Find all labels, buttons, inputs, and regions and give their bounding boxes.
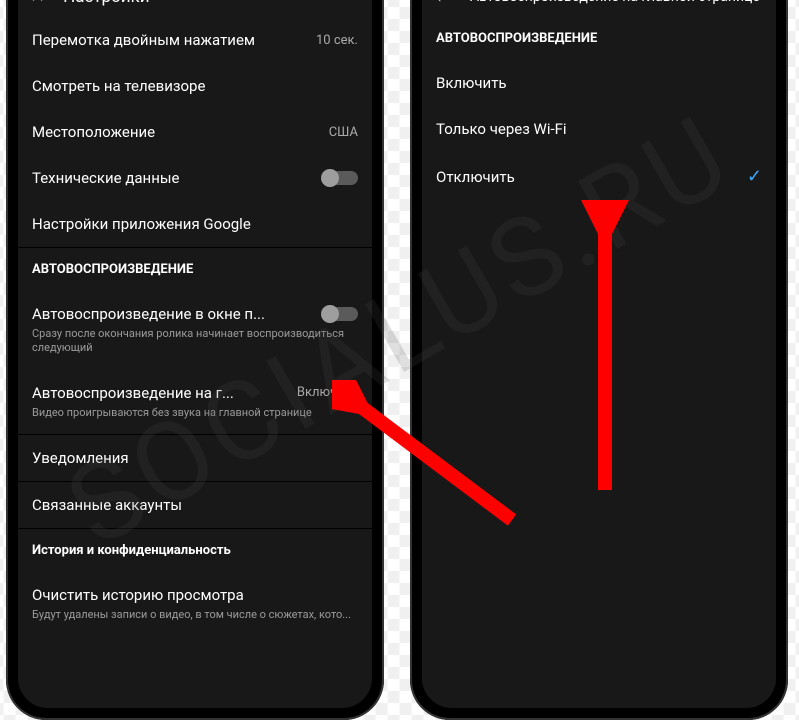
row-linked-accounts[interactable]: Связанные аккаунты	[18, 482, 372, 528]
row-location[interactable]: Местоположение США	[18, 109, 372, 155]
settings-content: Перемотка двойным нажатием 10 сек. Смотр…	[18, 17, 372, 707]
value: 10 сек.	[316, 33, 358, 48]
row-autoplay-home[interactable]: Автовоспроизведение на г... Включить Вид…	[18, 370, 372, 434]
label: Автовоспроизведение на г...	[32, 384, 234, 402]
section-header-history: История и конфиденциальность	[18, 529, 372, 572]
toggle[interactable]	[322, 307, 358, 321]
row-technical-data[interactable]: Технические данные	[18, 155, 372, 201]
label: Настройки приложения Google	[32, 215, 251, 233]
row-google-settings[interactable]: Настройки приложения Google	[18, 201, 372, 247]
row-autoplay-window[interactable]: Автовоспроизведение в окне п... Сразу по…	[18, 291, 372, 370]
label: Технические данные	[32, 169, 179, 187]
back-icon[interactable]: ←	[434, 0, 452, 7]
description: Будут удалены записи о видео, в том числ…	[32, 608, 351, 622]
section-header-autoplay: АВТОВОСПРОИЗВЕДЕНИЕ	[18, 248, 372, 291]
toggle[interactable]	[322, 171, 358, 185]
annotation-arrow	[332, 380, 522, 550]
description: Сразу после окончания ролика начинает во…	[32, 327, 358, 356]
label: Связанные аккаунты	[32, 496, 182, 514]
section-header-autoplay: АВТОВОСПРОИЗВЕДЕНИЕ	[422, 17, 776, 60]
value: США	[329, 125, 358, 140]
autoplay-header: ← Автовоспроизведение на главной страниц…	[422, 0, 776, 17]
screen: ✕ Настройки Перемотка двойным нажатием 1…	[18, 0, 372, 708]
label: Очистить историю просмотра	[32, 586, 244, 604]
option-disable[interactable]: Отключить ✓	[422, 152, 776, 201]
label: Автовоспроизведение в окне п...	[32, 305, 265, 323]
option-wifi-only[interactable]: Только через Wi-Fi	[422, 106, 776, 152]
check-icon: ✓	[747, 166, 762, 187]
label: Отключить	[436, 168, 515, 186]
row-double-tap-seek[interactable]: Перемотка двойным нажатием 10 сек.	[18, 17, 372, 63]
annotation-arrow	[565, 200, 645, 500]
description: Видео проигрываются без звука на главной…	[32, 406, 312, 420]
phone-mockup-settings: ✕ Настройки Перемотка двойным нажатием 1…	[6, 0, 384, 720]
label: Местоположение	[32, 123, 155, 141]
label: Только через Wi-Fi	[436, 120, 567, 138]
page-title: Настройки	[63, 0, 150, 7]
row-watch-tv[interactable]: Смотреть на телевизоре	[18, 63, 372, 109]
row-notifications[interactable]: Уведомления	[18, 435, 372, 481]
page-title: Автовоспроизведение на главной странице	[470, 0, 760, 5]
label: Включить	[436, 74, 507, 92]
label: Смотреть на телевизоре	[32, 77, 205, 95]
close-icon[interactable]: ✕	[30, 0, 45, 7]
option-enable[interactable]: Включить	[422, 60, 776, 106]
label: Перемотка двойным нажатием	[32, 31, 255, 49]
settings-header: ✕ Настройки	[18, 0, 372, 17]
label: Уведомления	[32, 449, 129, 467]
row-clear-history[interactable]: Очистить историю просмотра Будут удалены…	[18, 572, 372, 636]
